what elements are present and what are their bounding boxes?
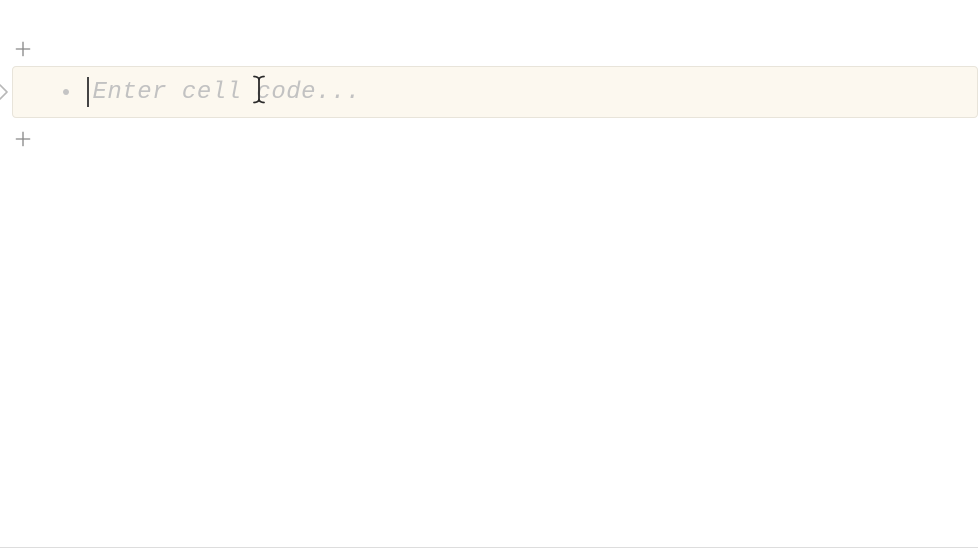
code-input[interactable]: Enter cell code... [87, 67, 977, 117]
cell-status-indicator [63, 89, 69, 95]
run-cell-button[interactable] [0, 80, 12, 104]
add-cell-below-button[interactable] [12, 128, 34, 150]
plus-icon [13, 39, 33, 59]
plus-icon [13, 129, 33, 149]
notebook-container: Enter cell code... [0, 0, 978, 118]
code-cell: Enter cell code... [0, 66, 978, 118]
text-caret [87, 77, 89, 107]
code-input-placeholder: Enter cell code... [93, 79, 361, 106]
cell-input-wrapper[interactable]: Enter cell code... [12, 66, 978, 118]
chevron-right-icon [0, 82, 10, 102]
add-cell-above-button[interactable] [12, 38, 34, 60]
